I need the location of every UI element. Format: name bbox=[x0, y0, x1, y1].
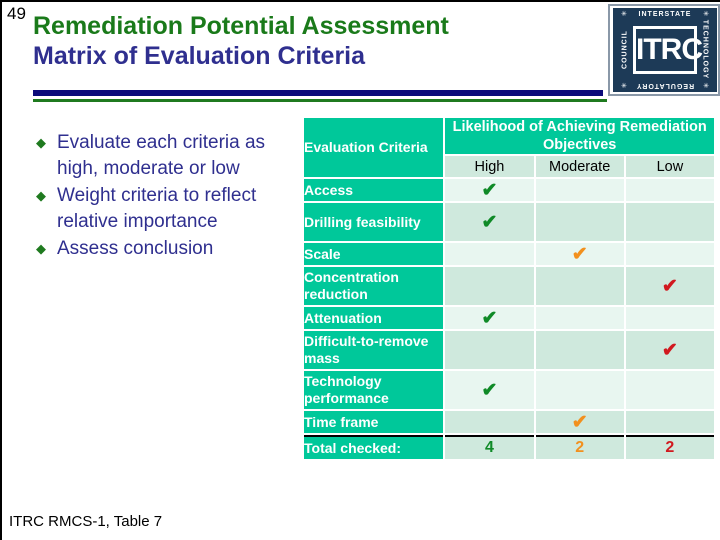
column-header-moderate: Moderate bbox=[535, 156, 624, 177]
diamond-bullet-icon: ◆ bbox=[36, 241, 46, 256]
matrix-cell-moderate bbox=[535, 307, 624, 329]
bullet-item: ◆ Evaluate each criteria as high, moderat… bbox=[36, 130, 298, 182]
matrix-cell-high bbox=[445, 267, 534, 305]
matrix-head: Evaluation Criteria Likelihood of Achiev… bbox=[304, 118, 714, 177]
itrc-logo: INTERSTATE TECHNOLOGY REGULATORY COUNCIL… bbox=[608, 4, 720, 96]
matrix-cell-low: ✔ bbox=[625, 267, 714, 305]
matrix-cell-low bbox=[625, 243, 714, 265]
bullet-item-label: Weight criteria to reflect relative impo… bbox=[57, 185, 257, 232]
table-row: Scale ✔ bbox=[304, 243, 714, 265]
source-citation: ITRC RMCS-1, Table 7 bbox=[9, 513, 163, 530]
column-header-low: Low bbox=[625, 156, 714, 177]
matrix-cell-high: ✔ bbox=[445, 179, 534, 201]
matrix-cell-low bbox=[625, 307, 714, 329]
row-label-concentration-reduction: Concentration reduction bbox=[304, 267, 444, 305]
matrix-cell-low bbox=[625, 203, 714, 241]
matrix-cell-moderate bbox=[535, 267, 624, 305]
row-label-technology-performance: Technology performance bbox=[304, 371, 444, 409]
matrix-cell-high bbox=[445, 243, 534, 265]
bullet-list: ◆ Evaluate each criteria as high, moderat… bbox=[36, 130, 298, 263]
logo-word-technology: TECHNOLOGY bbox=[701, 19, 709, 80]
logo-star-icon-tl: ✳ bbox=[621, 11, 627, 18]
logo-star-icon-br: ✳ bbox=[703, 83, 709, 90]
slide-number: 49 bbox=[7, 4, 26, 23]
title-rule-navy bbox=[33, 90, 603, 96]
checkmark-icon: ✔ bbox=[481, 179, 498, 201]
logo-word-council: COUNCIL bbox=[621, 30, 629, 69]
total-low: 2 bbox=[625, 435, 714, 459]
matrix-cell-low bbox=[625, 179, 714, 201]
column-header-objectives: Likelihood of Achieving Remediation Obje… bbox=[445, 118, 714, 154]
matrix-header-row-1: Evaluation Criteria Likelihood of Achiev… bbox=[304, 118, 714, 177]
totals-label: Total checked: bbox=[304, 435, 444, 459]
diamond-bullet-icon: ◆ bbox=[36, 188, 46, 203]
column-header-high: High bbox=[445, 156, 534, 177]
page-title-line-1: Remediation Potential Assessment bbox=[33, 12, 449, 40]
checkmark-icon: ✔ bbox=[661, 339, 678, 361]
matrix-cell-moderate bbox=[535, 371, 624, 409]
table-row: Technology performance ✔ bbox=[304, 371, 714, 409]
logo-word-regulatory: REGULATORY bbox=[635, 82, 695, 89]
matrix-cell-low: ✔ bbox=[625, 331, 714, 369]
bullet-item-label: Assess conclusion bbox=[57, 238, 214, 259]
matrix-cell-moderate bbox=[535, 179, 624, 201]
column-header-criteria: Evaluation Criteria bbox=[304, 118, 444, 177]
table-row: Drilling feasibility ✔ bbox=[304, 203, 714, 241]
logo-wordmark: ITRC bbox=[633, 26, 703, 74]
diamond-bullet-icon: ◆ bbox=[36, 135, 46, 150]
row-label-drilling-feasibility: Drilling feasibility bbox=[304, 203, 444, 241]
page-title-line-2: Matrix of Evaluation Criteria bbox=[33, 42, 366, 70]
checkmark-icon: ✔ bbox=[571, 243, 588, 265]
matrix-cell-high: ✔ bbox=[445, 371, 534, 409]
matrix-cell-low bbox=[625, 411, 714, 433]
matrix-cell-high bbox=[445, 331, 534, 369]
row-label-difficult-to-remove-mass: Difficult-to-remove mass bbox=[304, 331, 444, 369]
bullet-item: ◆ Weight criteria to reflect relative imp… bbox=[36, 183, 298, 235]
checkmark-icon: ✔ bbox=[481, 211, 498, 233]
matrix-cell-moderate bbox=[535, 203, 624, 241]
row-label-scale: Scale bbox=[304, 243, 444, 265]
checkmark-icon: ✔ bbox=[661, 275, 678, 297]
totals-row: Total checked: 4 2 2 bbox=[304, 435, 714, 459]
checkmark-icon: ✔ bbox=[571, 411, 588, 433]
matrix-cell-moderate: ✔ bbox=[535, 243, 624, 265]
logo-star-icon-bl: ✳ bbox=[621, 83, 627, 90]
matrix-cell-moderate: ✔ bbox=[535, 411, 624, 433]
matrix-cell-high bbox=[445, 411, 534, 433]
matrix-cell-low bbox=[625, 371, 714, 409]
table-row: Concentration reduction ✔ bbox=[304, 267, 714, 305]
matrix-body: Access ✔ Drilling feasibility ✔ Scale ✔ Concen… bbox=[304, 179, 714, 459]
total-high: 4 bbox=[445, 435, 534, 459]
table-row: Time frame ✔ bbox=[304, 411, 714, 433]
slide-title: Remediation Potential Assessment Matrix … bbox=[33, 11, 603, 71]
slide-canvas: 49 Remediation Potential Assessment Matr… bbox=[0, 0, 720, 540]
title-rule-green bbox=[33, 99, 607, 102]
itrc-logo-plate: INTERSTATE TECHNOLOGY REGULATORY COUNCIL… bbox=[613, 8, 717, 92]
table-row: Difficult-to-remove mass ✔ bbox=[304, 331, 714, 369]
row-label-access: Access bbox=[304, 179, 444, 201]
table-row: Attenuation ✔ bbox=[304, 307, 714, 329]
checkmark-icon: ✔ bbox=[481, 379, 498, 401]
bullet-item-label: Evaluate each criteria as high, moderate… bbox=[57, 132, 266, 179]
matrix-cell-moderate bbox=[535, 331, 624, 369]
row-label-attenuation: Attenuation bbox=[304, 307, 444, 329]
matrix-cell-high: ✔ bbox=[445, 203, 534, 241]
matrix-cell-high: ✔ bbox=[445, 307, 534, 329]
evaluation-matrix-table: Evaluation Criteria Likelihood of Achiev… bbox=[302, 116, 716, 461]
total-moderate: 2 bbox=[535, 435, 624, 459]
bullet-item: ◆ Assess conclusion bbox=[36, 236, 298, 262]
checkmark-icon: ✔ bbox=[481, 307, 498, 329]
table-row: Access ✔ bbox=[304, 179, 714, 201]
logo-star-icon-tr: ✳ bbox=[703, 11, 709, 18]
row-label-time-frame: Time frame bbox=[304, 411, 444, 433]
